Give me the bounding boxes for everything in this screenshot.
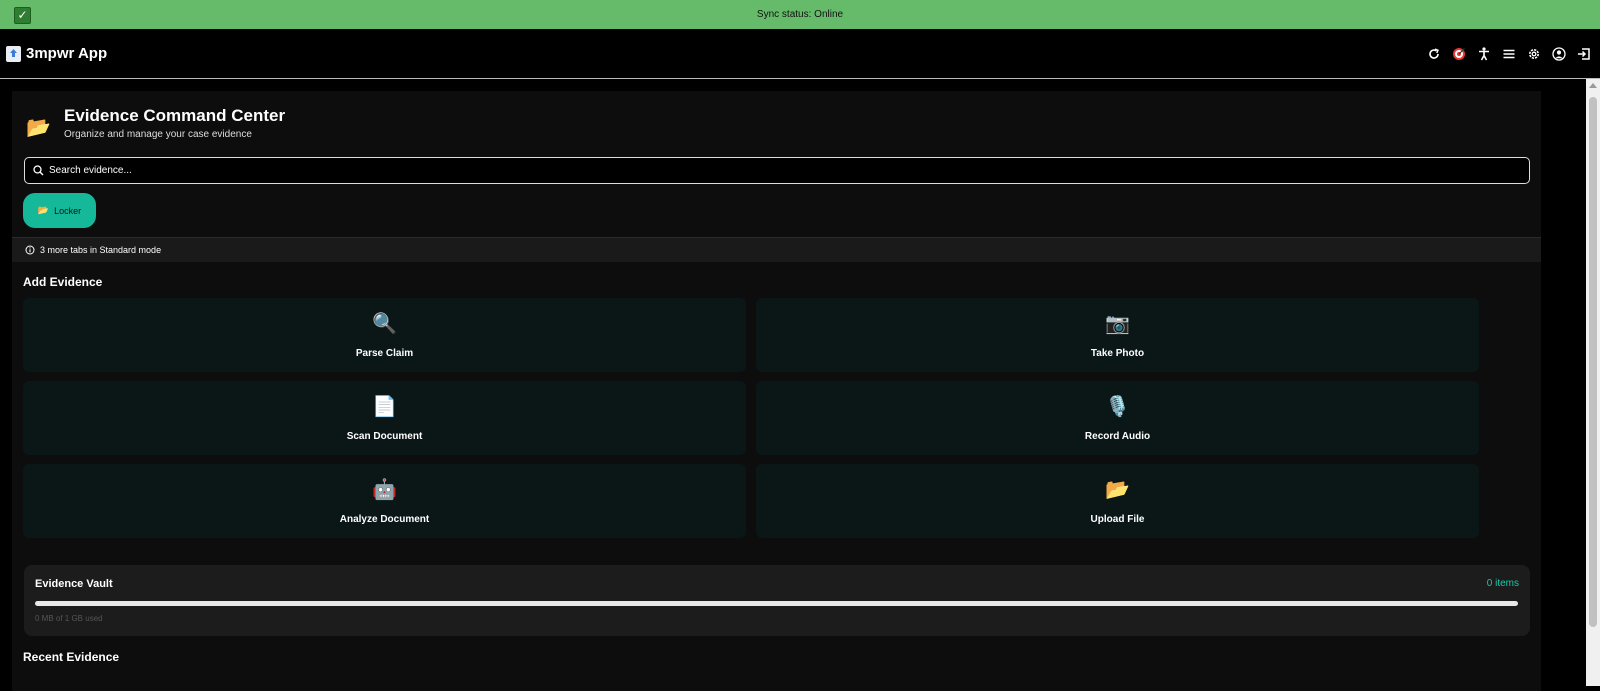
brand[interactable]: 3mpwr App [6,45,107,62]
parse-claim-button[interactable]: 🔍 Parse Claim [23,298,746,372]
top-bar: 3mpwr App [0,29,1600,79]
action-label: Scan Document [346,431,423,442]
document-icon: 📄 [372,396,397,418]
robot-icon: 🤖 [372,479,397,501]
search-input[interactable] [49,158,1509,183]
sync-status-text: Sync status: Online [756,9,844,20]
account-icon[interactable] [1551,46,1567,62]
top-actions [1426,46,1592,62]
magnifier-icon: 🔍 [372,313,397,335]
action-label: Record Audio [1084,431,1151,442]
tab-label: Locker [54,205,82,216]
folder-icon: 📂 [26,117,51,139]
scan-document-button[interactable]: 📄 Scan Document [23,381,746,455]
app-logo-icon [6,45,21,62]
action-label: Analyze Document [339,514,430,525]
take-photo-button[interactable]: 📷 Take Photo [756,298,1479,372]
recent-evidence-heading: Recent Evidence [23,650,120,664]
page-title: Evidence Command Center [64,106,286,125]
action-label: Take Photo [1090,348,1145,359]
scroll-up-arrow-icon[interactable] [1589,83,1597,88]
gear-icon[interactable] [1526,46,1542,62]
action-label: Upload File [1090,514,1145,525]
action-label: Parse Claim [355,348,414,359]
storage-progress-bar [35,601,1518,606]
evidence-vault-card: Evidence Vault 0 items 0 MB of 1 GB used [24,565,1530,636]
accessibility-icon[interactable] [1476,46,1492,62]
storage-usage-text: 0 MB of 1 GB used [35,614,103,623]
camera-icon: 📷 [1105,313,1130,335]
target-icon[interactable] [1451,46,1467,62]
app-title: 3mpwr App [26,45,108,62]
add-evidence-heading: Add Evidence [23,275,103,289]
folder-icon: 📂 [37,205,50,215]
refresh-icon[interactable] [1426,46,1442,62]
search-box [24,157,1530,184]
more-tabs-notice: 3 more tabs in Standard mode [12,237,1541,262]
folder-icon: 📂 [1105,479,1130,501]
page-subtitle: Organize and manage your case evidence [64,129,252,140]
menu-icon[interactable] [1501,46,1517,62]
record-audio-button[interactable]: 🎙️ Record Audio [756,381,1479,455]
analyze-document-button[interactable]: 🤖 Analyze Document [23,464,746,538]
sync-status-bar: ✓ Sync status: Online [0,0,1600,29]
scroll-thumb[interactable] [1589,97,1597,627]
search-icon [33,165,44,176]
vault-title: Evidence Vault [35,578,113,590]
vault-item-count: 0 items [1486,578,1519,589]
info-icon [25,245,35,255]
microphone-icon: 🎙️ [1105,396,1130,418]
page-scrollbar[interactable] [1586,79,1600,686]
tab-locker[interactable]: 📂 Locker [23,193,96,228]
evidence-panel: 📂 Evidence Command Center Organize and m… [12,91,1541,691]
check-icon: ✓ [14,7,31,24]
more-tabs-text: 3 more tabs in Standard mode [40,245,162,255]
upload-file-button[interactable]: 📂 Upload File [756,464,1479,538]
logout-icon[interactable] [1576,46,1592,62]
